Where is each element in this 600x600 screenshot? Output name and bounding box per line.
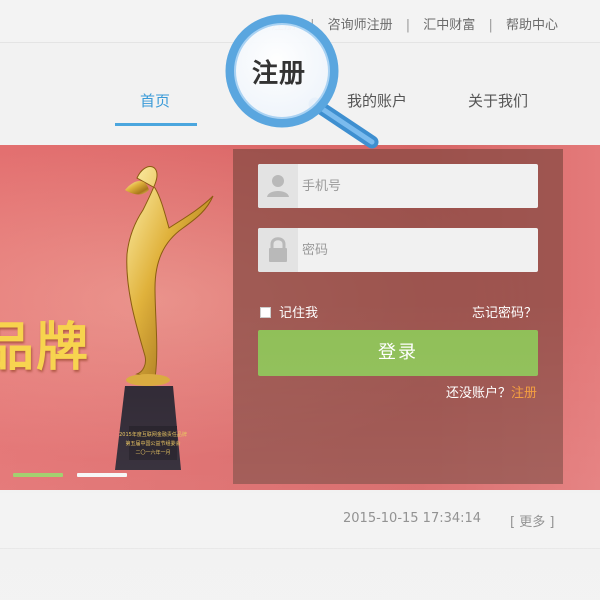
remember-me-label: 记住我 — [279, 306, 319, 321]
no-account-text: 还没账户？ — [445, 386, 511, 401]
nav-active-underline — [115, 123, 197, 126]
slide-indicator-2[interactable] — [77, 473, 127, 477]
slide-indicator-1[interactable] — [13, 473, 63, 477]
separator: | — [488, 18, 493, 33]
phone-field[interactable] — [258, 164, 538, 208]
nav-item-home[interactable]: 首页 — [140, 90, 170, 111]
forgot-password-link[interactable]: 忘记密码？ — [472, 302, 537, 321]
trophy-plaque-line2: 第五届中国公益节组委会 — [125, 440, 180, 447]
banner-slogan: 品牌 — [0, 317, 91, 378]
more-link[interactable]: [ 更多 ] — [510, 511, 554, 530]
huizhong-wealth-link[interactable]: 汇中财富 — [423, 18, 475, 33]
remember-me: 记住我 — [260, 302, 318, 321]
trophy-image: 2015年度互联网金融责任品牌 第五届中国公益节组委会 二〇一六年一月 — [115, 166, 214, 470]
magnified-register-text: 注册 — [252, 59, 307, 89]
password-field[interactable] — [258, 228, 538, 272]
lock-icon — [258, 228, 298, 272]
news-strip: 2015-10-15 17:34:14 [ 更多 ] — [0, 493, 600, 549]
password-input[interactable] — [302, 228, 528, 272]
remember-me-checkbox[interactable] — [260, 307, 271, 318]
login-panel: 记住我 忘记密码？ 登录 还没账户？注册 — [233, 149, 563, 484]
help-center-link[interactable]: 帮助中心 — [506, 18, 558, 33]
user-icon — [258, 164, 298, 208]
nav-item-about-us[interactable]: 关于我们 — [468, 90, 528, 111]
trophy-plaque-line3: 二〇一六年一月 — [135, 449, 170, 456]
no-account-prompt: 还没账户？注册 — [446, 382, 537, 401]
news-date: 2015-10-15 17:34:14 — [343, 511, 482, 526]
login-button[interactable]: 登录 — [258, 330, 538, 376]
phone-input[interactable] — [302, 164, 528, 208]
separator: | — [405, 18, 411, 33]
register-now-link[interactable]: 注册 — [511, 386, 537, 401]
trophy-plaque-line1: 2015年度互联网金融责任品牌 — [119, 431, 187, 438]
